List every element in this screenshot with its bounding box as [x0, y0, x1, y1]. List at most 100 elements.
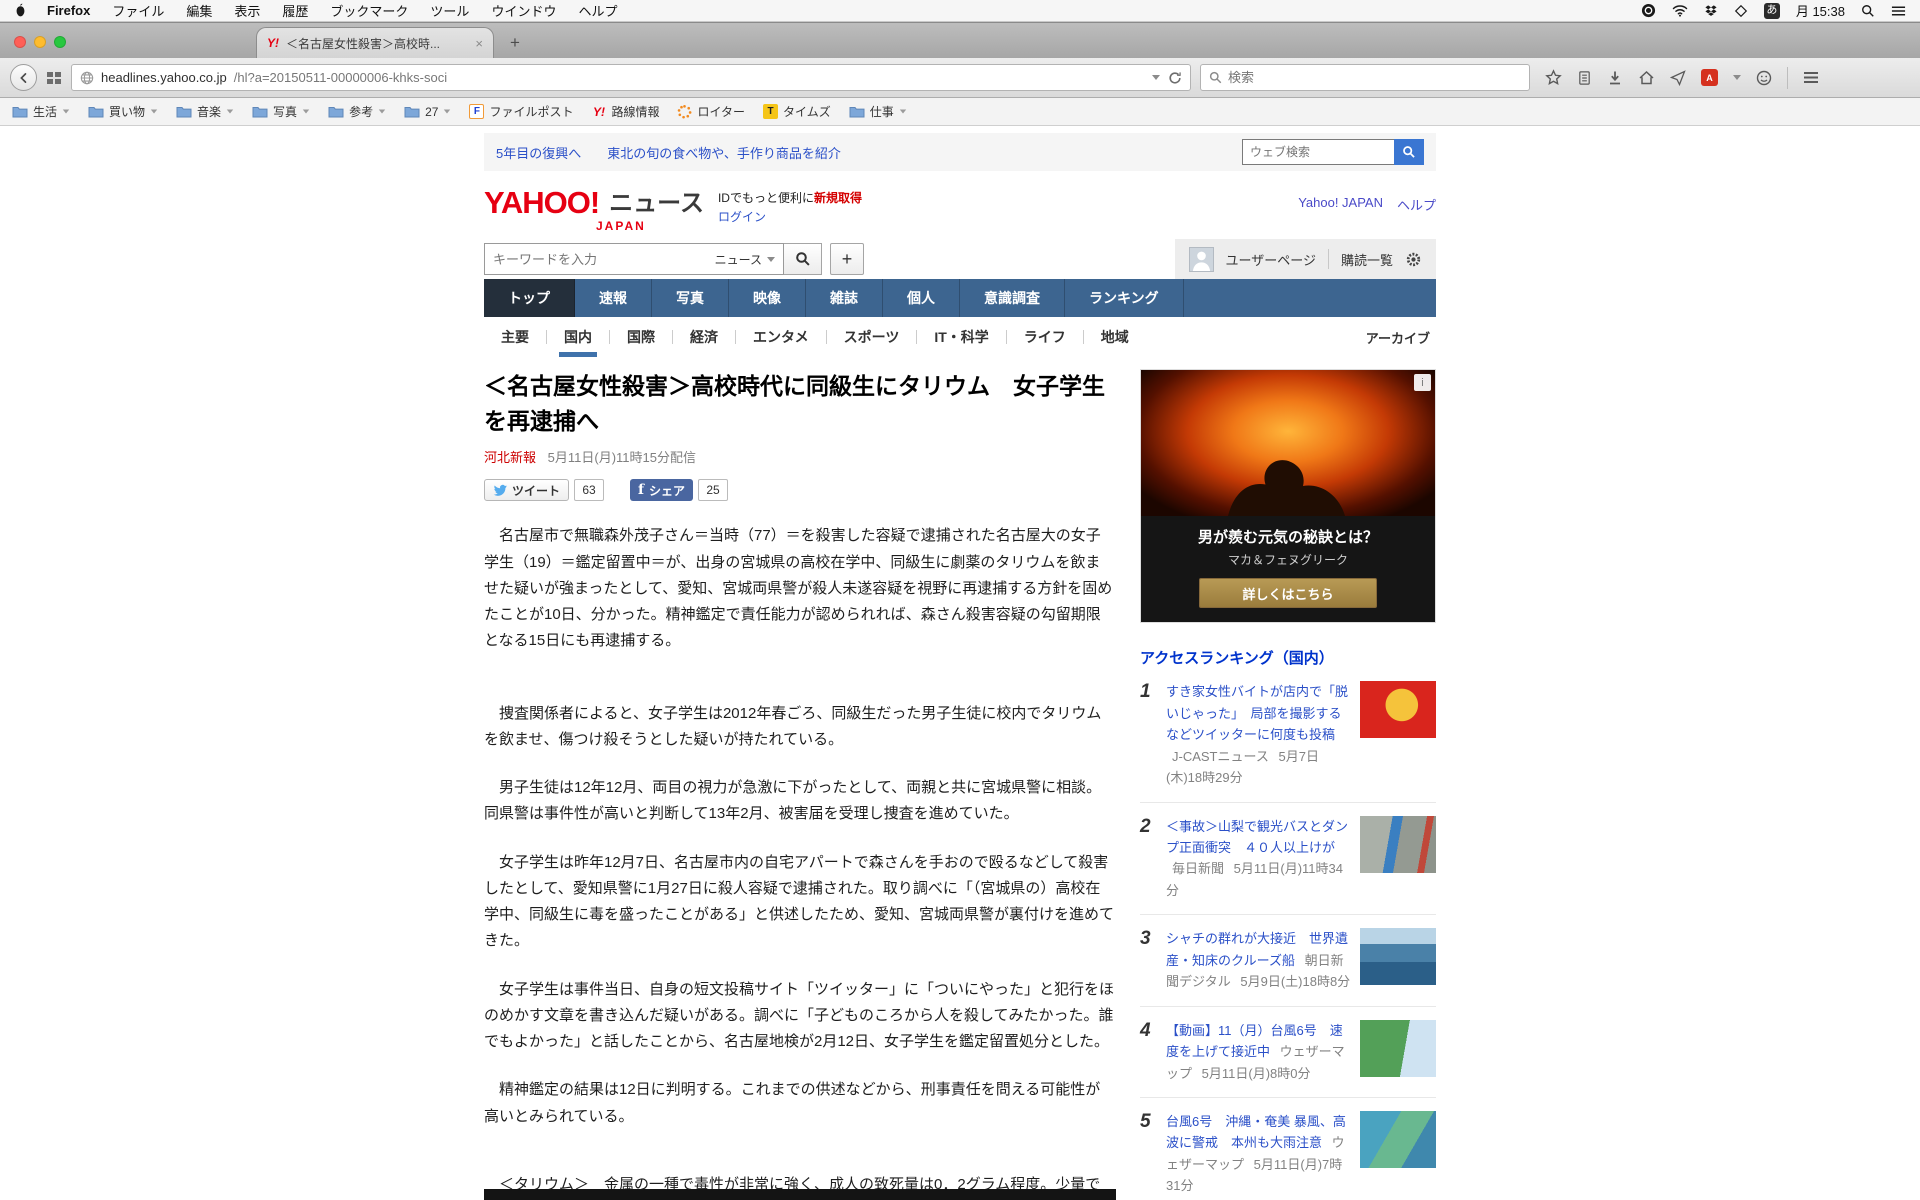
settings-gear-icon[interactable]: [1405, 251, 1422, 268]
menu-window[interactable]: ウインドウ: [491, 1, 556, 20]
category-domestic[interactable]: 国内: [547, 317, 609, 358]
creative-cloud-icon[interactable]: [1641, 3, 1656, 18]
category-economy[interactable]: 経済: [673, 317, 735, 357]
nav-tab-ranking[interactable]: ランキング: [1065, 279, 1184, 318]
category-life[interactable]: ライフ: [1007, 317, 1083, 357]
new-tab-button[interactable]: +: [500, 30, 530, 56]
category-local[interactable]: 地域: [1084, 317, 1146, 357]
archive-link[interactable]: アーカイブ: [1366, 328, 1436, 347]
share-count[interactable]: 25: [698, 479, 729, 502]
add-search-button[interactable]: +: [830, 243, 864, 276]
nav-tab-photo[interactable]: 写真: [652, 279, 729, 318]
menubar-clock[interactable]: 月 15:38: [1796, 1, 1845, 20]
bookmark-folder-shopping[interactable]: 買い物: [88, 103, 158, 120]
facebook-share-button[interactable]: f シェア: [630, 479, 694, 502]
zoom-window-button[interactable]: [54, 36, 66, 48]
bookmark-folder-reference[interactable]: 参考: [328, 103, 386, 120]
keyword-search-box[interactable]: ニュース: [484, 243, 784, 276]
promo-link-1[interactable]: 5年目の復興へ: [496, 143, 581, 162]
browser-search-box[interactable]: [1200, 64, 1530, 91]
login-link[interactable]: ログイン: [718, 208, 862, 227]
avatar[interactable]: [1188, 246, 1214, 272]
reload-icon[interactable]: [1168, 71, 1182, 85]
help-link[interactable]: ヘルプ: [1397, 195, 1436, 214]
keyword-input[interactable]: [493, 251, 715, 267]
bookmark-folder-music[interactable]: 音楽: [176, 103, 234, 120]
input-source-icon[interactable]: あ: [1763, 2, 1780, 19]
ranking-link[interactable]: 台風6号 沖縄・奄美 暴風、高波に警戒 本州も大雨注意: [1166, 1114, 1346, 1150]
menu-hamburger-icon[interactable]: [1803, 71, 1819, 84]
web-search-button[interactable]: [1394, 139, 1424, 165]
pdf-extension-icon[interactable]: A: [1701, 69, 1718, 86]
url-bar[interactable]: headlines.yahoo.co.jp /hl?a=20150511-000…: [71, 64, 1191, 91]
menu-edit[interactable]: 編集: [186, 1, 212, 20]
ad-cta-button[interactable]: 詳しくはこちら: [1199, 578, 1377, 609]
tab-close-icon[interactable]: ×: [475, 36, 483, 51]
user-page-link[interactable]: ユーザーページ: [1226, 250, 1316, 269]
ranking-link[interactable]: すき家女性バイトが店内で「脱いじゃった」 局部を撮影するなどツイッターに何度も投…: [1166, 684, 1348, 742]
browser-search-input[interactable]: [1228, 70, 1521, 85]
menu-bookmarks[interactable]: ブックマーク: [330, 1, 408, 20]
signup-link[interactable]: 新規取得: [814, 191, 862, 205]
ad-info-icon[interactable]: i: [1414, 374, 1431, 392]
search-scope-dropdown[interactable]: ニュース: [715, 251, 775, 268]
home-icon[interactable]: [1638, 70, 1655, 86]
bookmark-times[interactable]: T タイムズ: [763, 103, 831, 120]
bookmark-folder-life[interactable]: 生活: [12, 103, 70, 120]
back-button[interactable]: [10, 64, 37, 91]
notification-center-icon[interactable]: [1891, 5, 1906, 17]
bookmark-reuters[interactable]: ロイター: [677, 103, 745, 120]
bookmark-folder-27[interactable]: 27: [404, 105, 451, 119]
menu-history[interactable]: 履歴: [282, 1, 308, 20]
bookmark-folder-photo[interactable]: 写真: [252, 103, 310, 120]
category-it-science[interactable]: IT・科学: [917, 317, 1005, 357]
spotlight-icon[interactable]: [1861, 4, 1875, 18]
dropbox-icon[interactable]: [1704, 4, 1718, 18]
bookmark-folder-work[interactable]: 仕事: [849, 103, 907, 120]
category-main[interactable]: 主要: [484, 317, 546, 357]
web-search-input[interactable]: [1242, 139, 1394, 165]
reading-list-icon[interactable]: [1577, 70, 1592, 86]
category-entertainment[interactable]: エンタメ: [736, 317, 826, 357]
bookmark-star-icon[interactable]: [1545, 69, 1562, 86]
ranking-thumbnail[interactable]: [1360, 1019, 1436, 1077]
chat-extension-icon[interactable]: [1756, 70, 1772, 86]
category-sports[interactable]: スポーツ: [827, 317, 917, 357]
ranking-thumbnail[interactable]: [1360, 928, 1436, 986]
menu-tools[interactable]: ツール: [430, 1, 469, 20]
yahoo-japan-link[interactable]: Yahoo! JAPAN: [1298, 195, 1383, 214]
menu-view[interactable]: 表示: [234, 1, 260, 20]
news-search-button[interactable]: [784, 243, 822, 276]
nav-tab-top[interactable]: トップ: [484, 279, 575, 318]
ranking-thumbnail[interactable]: [1360, 1110, 1436, 1168]
ranking-link[interactable]: ＜事故＞山梨で観光バスとダンプ正面衝突 ４０人以上けが: [1166, 819, 1348, 855]
menu-app[interactable]: Firefox: [47, 3, 90, 18]
promo-link-2[interactable]: 東北の旬の食べ物や、手作り商品を紹介: [607, 143, 841, 162]
close-window-button[interactable]: [14, 36, 26, 48]
tweet-count[interactable]: 63: [574, 479, 605, 502]
nav-tab-flash[interactable]: 速報: [575, 279, 652, 318]
nav-tab-poll[interactable]: 意識調査: [960, 279, 1065, 318]
minimize-window-button[interactable]: [34, 36, 46, 48]
category-world[interactable]: 国際: [610, 317, 672, 357]
tweet-button[interactable]: ツイート: [484, 479, 570, 502]
bookmark-filepost[interactable]: F ファイルポスト: [469, 103, 573, 120]
nav-tab-magazine[interactable]: 雑誌: [806, 279, 883, 318]
ad-banner[interactable]: i 男が羨む元気の秘訣とは？ マカ＆フェヌグリーク 詳しくはこちら: [1140, 369, 1436, 624]
send-tab-icon[interactable]: [1670, 69, 1686, 86]
ranking-thumbnail[interactable]: [1360, 815, 1436, 873]
nav-tab-personal[interactable]: 個人: [883, 279, 960, 318]
browser-tab[interactable]: Y! ＜名古屋女性殺害＞高校時... ×: [256, 27, 494, 58]
wifi-icon[interactable]: [1672, 4, 1688, 17]
pdf-dropdown-icon[interactable]: [1733, 75, 1741, 80]
yahoo-news-logo[interactable]: YAHOO! JAPAN ニュース: [484, 187, 704, 233]
downloads-icon[interactable]: [1607, 70, 1623, 86]
nav-tab-video[interactable]: 映像: [729, 279, 806, 318]
bookmark-transit[interactable]: Y! 路線情報: [591, 103, 660, 120]
article-source-link[interactable]: 河北新報: [484, 450, 536, 465]
ranking-thumbnail[interactable]: [1360, 681, 1436, 739]
subscription-link[interactable]: 購読一覧: [1341, 250, 1393, 269]
apple-menu-icon[interactable]: [14, 3, 27, 18]
url-dropdown-icon[interactable]: [1152, 75, 1160, 80]
menu-help[interactable]: ヘルプ: [578, 1, 617, 20]
